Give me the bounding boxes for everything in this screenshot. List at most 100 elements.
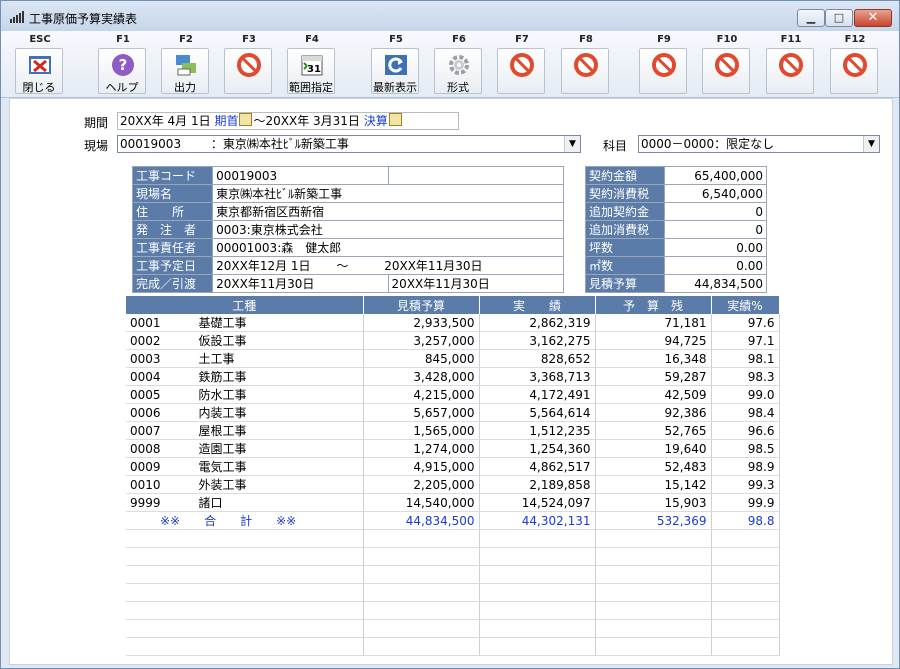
- empty-cell: [126, 547, 364, 566]
- work-code: 0010: [130, 478, 161, 492]
- help-button[interactable]: ? ヘルプ: [98, 48, 146, 94]
- disabled-icon: [510, 53, 534, 77]
- f8-button[interactable]: [561, 48, 609, 94]
- format-button[interactable]: 形式: [434, 48, 482, 94]
- col-header-work-type[interactable]: 工種: [126, 296, 364, 314]
- work-type-cell: 0004 鉄筋工事: [126, 367, 364, 386]
- empty-cell: [363, 637, 480, 656]
- disabled-icon: [652, 53, 676, 77]
- actual-cell: 4,862,517: [479, 457, 596, 476]
- empty-cell: [595, 601, 712, 620]
- col-header-remaining[interactable]: 予 算 残: [595, 296, 712, 314]
- work-code: 0004: [130, 370, 161, 384]
- calendar-icon[interactable]: [388, 113, 402, 126]
- summary-label: 契約消費税: [585, 184, 665, 203]
- table-row[interactable]: 9999 諸口 14,540,000 14,524,097 15,903 99.9: [126, 493, 780, 512]
- remaining-cell: 52,483: [595, 457, 712, 476]
- site-name-label: 現場名: [131, 184, 214, 203]
- total-actual: 44,302,131: [479, 511, 596, 530]
- empty-cell: [363, 601, 480, 620]
- chevron-down-icon[interactable]: ▼: [564, 136, 580, 152]
- site-info-table: 工事コード 00019003 現場名 東京㈱本社ﾋﾞﾙ新築工事 住 所 東京都新…: [131, 166, 565, 293]
- disabled-icon: [843, 53, 867, 77]
- client-label: 発 注 者: [131, 220, 214, 239]
- summary-value: 44,834,500: [664, 274, 767, 293]
- table-row[interactable]: 0008 造園工事 1,274,000 1,254,360 19,640 98.5: [126, 439, 780, 458]
- table-row[interactable]: 0005 防水工事 4,215,000 4,172,491 42,509 99.0: [126, 385, 780, 404]
- code-value: 00019003: [212, 166, 389, 185]
- budget-grid: 工種 見積予算 実 績 予 算 残 実績% 0001 基礎工事 2,933,500 2…: [126, 296, 780, 656]
- schedule-start: 20XX年12月 1日: [216, 259, 311, 273]
- empty-cell: [595, 565, 712, 584]
- percent-cell: 98.5: [711, 439, 780, 458]
- calendar-icon[interactable]: [239, 113, 253, 126]
- period-end-input[interactable]: 20XX年 3月31日: [265, 114, 359, 128]
- table-row[interactable]: 0006 内装工事 5,657,000 5,564,614 92,386 98.4: [126, 403, 780, 422]
- empty-cell: [126, 583, 364, 602]
- col-header-actual[interactable]: 実 績: [479, 296, 596, 314]
- f12-button[interactable]: [830, 48, 878, 94]
- summary-value: 0.00: [664, 256, 767, 275]
- account-value: 0000－0000：限定なし: [641, 137, 775, 151]
- summary-label: 追加契約金: [585, 202, 665, 221]
- percent-cell: 97.1: [711, 331, 780, 350]
- table-row[interactable]: 0010 外装工事 2,205,000 2,189,858 15,142 99.3: [126, 475, 780, 494]
- table-row[interactable]: 0007 屋根工事 1,565,000 1,512,235 52,765 96.6: [126, 421, 780, 440]
- f3-button[interactable]: [224, 48, 272, 94]
- table-row[interactable]: 0003 土工事 845,000 828,652 16,348 98.1: [126, 349, 780, 368]
- table-row[interactable]: 0004 鉄筋工事 3,428,000 3,368,713 59,287 98.3: [126, 367, 780, 386]
- fkey-label: F2: [179, 34, 193, 45]
- fkey-f5: F5 最新表示: [367, 31, 425, 97]
- close-window-button[interactable]: ✕: [854, 9, 892, 27]
- actual-cell: 5,564,614: [479, 403, 596, 422]
- account-label: 科目: [603, 139, 628, 153]
- table-row[interactable]: 0001 基礎工事 2,933,500 2,862,319 71,181 97.6: [126, 314, 780, 332]
- f9-button[interactable]: [639, 48, 687, 94]
- percent-cell: 97.6: [711, 314, 780, 332]
- remaining-cell: 71,181: [595, 314, 712, 332]
- fkey-f6: F6 形式: [430, 31, 488, 97]
- percent-cell: 98.3: [711, 367, 780, 386]
- actual-cell: 828,652: [479, 349, 596, 368]
- empty-cell: [126, 529, 364, 548]
- range-button[interactable]: 31 範囲指定: [287, 48, 335, 94]
- actual-cell: 14,524,097: [479, 493, 596, 512]
- output-button[interactable]: 出力: [161, 48, 209, 94]
- account-select[interactable]: 0000－0000：限定なし ▼: [638, 135, 880, 153]
- period-start-tag: 期首: [214, 114, 239, 128]
- fkey-f3: F3: [220, 31, 278, 97]
- work-type-cell: 0002 仮設工事: [126, 331, 364, 350]
- f7-button[interactable]: [497, 48, 545, 94]
- work-name: 屋根工事: [198, 424, 247, 438]
- work-name: 土工事: [198, 352, 235, 366]
- budget-cell: 4,215,000: [363, 385, 480, 404]
- svg-text:31: 31: [307, 64, 321, 75]
- work-code: 0001: [130, 316, 161, 330]
- work-name: 外装工事: [198, 478, 247, 492]
- button-label: 形式: [447, 81, 469, 94]
- maximize-button[interactable]: □: [825, 9, 853, 27]
- budget-cell: 1,274,000: [363, 439, 480, 458]
- close-button[interactable]: 閉じる: [15, 48, 63, 94]
- work-type-cell: 0001 基礎工事: [126, 314, 364, 332]
- f11-button[interactable]: [766, 48, 814, 94]
- col-header-budget[interactable]: 見積予算: [363, 296, 480, 314]
- table-row[interactable]: 0002 仮設工事 3,257,000 3,162,275 94,725 97.1: [126, 331, 780, 350]
- period-start-input[interactable]: 20XX年 4月 1日: [120, 114, 211, 128]
- disabled-icon: [574, 53, 598, 77]
- empty-cell: [479, 565, 596, 584]
- site-select[interactable]: 00019003 ：東京㈱本社ﾋﾞﾙ新築工事 ▼: [117, 135, 581, 153]
- budget-cell: 2,933,500: [363, 314, 480, 332]
- empty-cell: [126, 637, 364, 656]
- f10-button[interactable]: [702, 48, 750, 94]
- table-row[interactable]: 0009 電気工事 4,915,000 4,862,517 52,483 98.9: [126, 457, 780, 476]
- minimize-button[interactable]: ▁: [797, 9, 825, 27]
- empty-cell: [711, 637, 780, 656]
- col-header-percent[interactable]: 実績%: [711, 296, 780, 314]
- fkey-f10: F10: [698, 31, 756, 97]
- empty-row: [126, 637, 780, 656]
- chevron-down-icon[interactable]: ▼: [863, 136, 879, 152]
- refresh-button[interactable]: 最新表示: [371, 48, 419, 94]
- remaining-cell: 42,509: [595, 385, 712, 404]
- empty-cell: [595, 529, 712, 548]
